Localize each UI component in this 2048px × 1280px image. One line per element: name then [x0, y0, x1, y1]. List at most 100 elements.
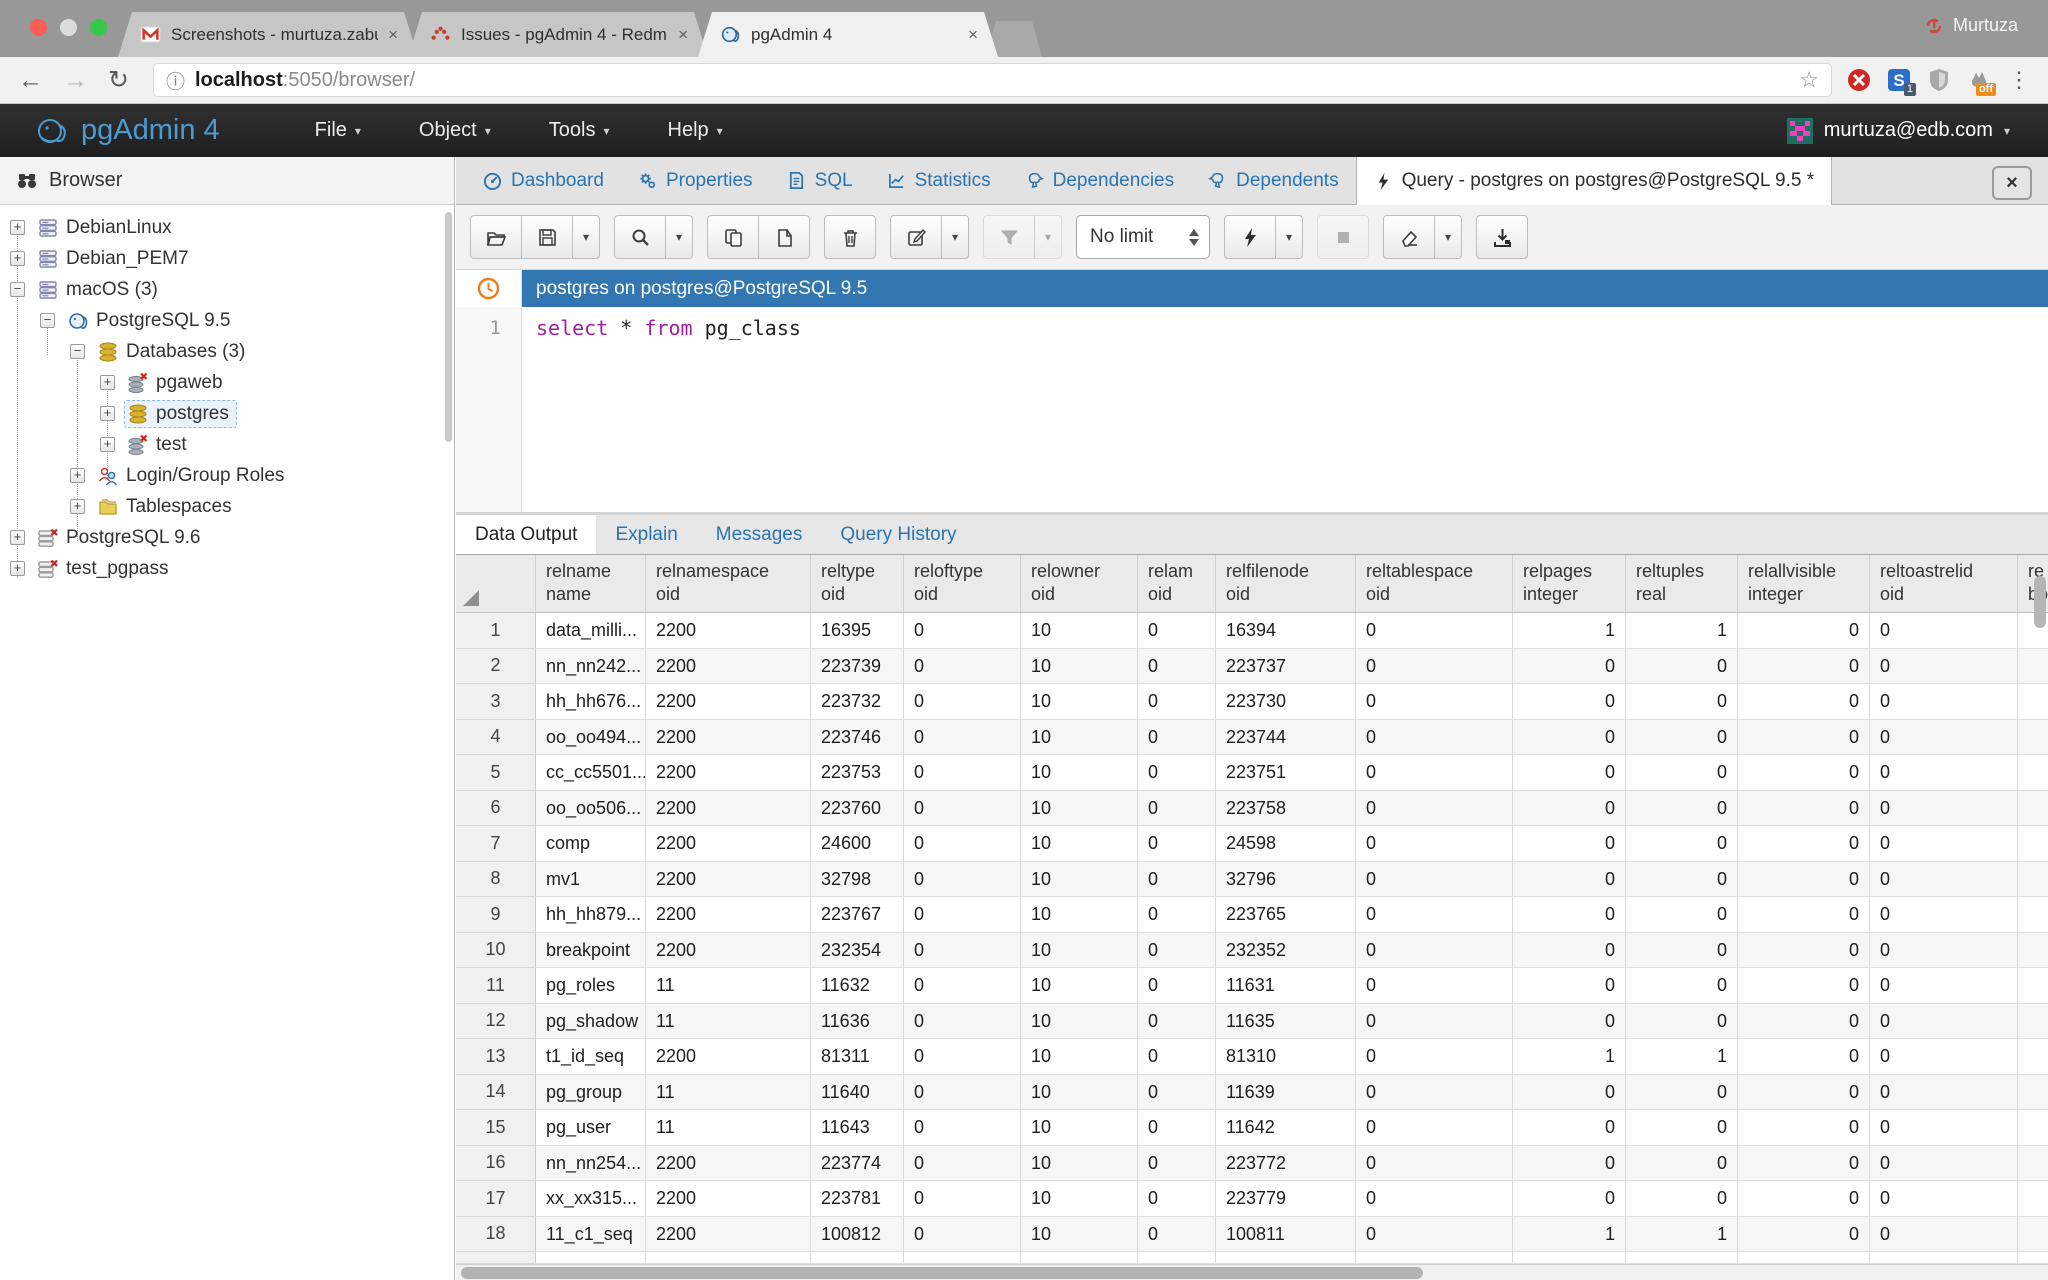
cell-reloftype[interactable]: 0: [904, 1181, 1021, 1217]
tree-node[interactable]: macOS (3): [34, 276, 166, 304]
cell-relnamespace[interactable]: 11: [646, 1004, 811, 1040]
cell-relallvisible[interactable]: 0: [1738, 1110, 1870, 1146]
tree-item-tablespaces[interactable]: +Tablespaces: [0, 491, 454, 522]
cell-relpages[interactable]: 0: [1513, 968, 1626, 1004]
row-number-cell[interactable]: 18: [456, 1217, 536, 1253]
cell-relpages[interactable]: 0: [1513, 1075, 1626, 1111]
cell-reltablespace[interactable]: 0: [1356, 755, 1513, 791]
cell-relowner[interactable]: 10: [1021, 1039, 1138, 1075]
back-button[interactable]: ←: [18, 68, 43, 93]
menu-tools[interactable]: Tools▾: [520, 119, 639, 142]
cell-reltuples[interactable]: 0: [1626, 1146, 1738, 1182]
column-header-reltype[interactable]: reltypeoid: [811, 555, 904, 613]
forward-button[interactable]: →: [63, 68, 88, 93]
cell-relnamespace[interactable]: 2200: [646, 684, 811, 720]
cell-reltablespace[interactable]: 0: [1356, 933, 1513, 969]
cell-reloftype[interactable]: 0: [904, 968, 1021, 1004]
cell-relnamespace[interactable]: 2200: [646, 755, 811, 791]
cell-reloftype[interactable]: 0: [904, 1039, 1021, 1075]
cell-reltoastrelid[interactable]: 0: [1870, 897, 2018, 933]
cell-reltoastrelid[interactable]: 0: [1870, 968, 2018, 1004]
grid-horizontal-scrollbar[interactable]: [456, 1264, 2048, 1280]
cell-relam[interactable]: 0: [1138, 755, 1216, 791]
tree-node[interactable]: DebianLinux: [34, 214, 180, 242]
tree-item-macos-3-[interactable]: −macOS (3): [0, 274, 454, 305]
select-all-corner-cell[interactable]: [456, 555, 536, 613]
tab-dashboard[interactable]: Dashboard: [466, 157, 621, 204]
cell-relnamespace[interactable]: 2200: [646, 933, 811, 969]
cell-reltoastrelid[interactable]: 0: [1870, 826, 2018, 862]
collapse-icon[interactable]: −: [40, 313, 55, 328]
cell-re[interactable]: [2018, 1110, 2048, 1146]
cell-reltuples[interactable]: 1: [1626, 1217, 1738, 1253]
cell-reltoastrelid[interactable]: 0: [1870, 862, 2018, 898]
cell-reltoastrelid[interactable]: 0: [1870, 1039, 2018, 1075]
cell-reltablespace[interactable]: 0: [1356, 791, 1513, 827]
cell-relallvisible[interactable]: 0: [1738, 826, 1870, 862]
cell-relam[interactable]: 0: [1138, 862, 1216, 898]
cell-reltoastrelid[interactable]: 0: [1870, 755, 2018, 791]
cell-reltype[interactable]: 24600: [811, 826, 904, 862]
cell-relam[interactable]: 0: [1138, 791, 1216, 827]
cell-relpages[interactable]: 0: [1513, 1146, 1626, 1182]
tab-dependencies[interactable]: Dependencies: [1008, 157, 1191, 204]
cell-relpages[interactable]: 0: [1513, 791, 1626, 827]
cell-relnamespace[interactable]: 2200: [646, 720, 811, 756]
row-limit-select[interactable]: No limit: [1076, 215, 1210, 259]
cell-relnamespace[interactable]: 11: [646, 1075, 811, 1111]
collapse-icon[interactable]: −: [10, 282, 25, 297]
cell-relpages[interactable]: 0: [1513, 933, 1626, 969]
tab-close-icon[interactable]: ×: [678, 25, 688, 45]
cell-relallvisible[interactable]: 0: [1738, 968, 1870, 1004]
column-header-relname[interactable]: relnamename: [536, 555, 646, 613]
cell-reloftype[interactable]: 0: [904, 1075, 1021, 1111]
cell-relfilenode[interactable]: 223744: [1216, 720, 1356, 756]
cell-re[interactable]: [2018, 1039, 2048, 1075]
cell-relnamespace[interactable]: 2200: [646, 1146, 811, 1182]
cell-reltablespace[interactable]: 0: [1356, 1181, 1513, 1217]
cell-relpages[interactable]: 0: [1513, 1004, 1626, 1040]
cell-reltype[interactable]: 16395: [811, 613, 904, 649]
cell-relfilenode[interactable]: 223730: [1216, 684, 1356, 720]
cell-reltuples[interactable]: 0: [1626, 720, 1738, 756]
cell-relnamespace[interactable]: 2200: [646, 826, 811, 862]
cell-relallvisible[interactable]: 0: [1738, 933, 1870, 969]
tree-item-login-group-roles[interactable]: + Login/Group Roles: [0, 460, 454, 491]
cell-reltoastrelid[interactable]: 0: [1870, 1110, 2018, 1146]
cell-re[interactable]: [2018, 1004, 2048, 1040]
cell-relpages[interactable]: 0: [1513, 755, 1626, 791]
column-header-relam[interactable]: relamoid: [1138, 555, 1216, 613]
cell-reltoastrelid[interactable]: 0: [1870, 1004, 2018, 1040]
cell-reloftype[interactable]: 0: [904, 1004, 1021, 1040]
cell-reltablespace[interactable]: 0: [1356, 862, 1513, 898]
cell-relname[interactable]: xx_xx315...: [536, 1181, 646, 1217]
cell-relallvisible[interactable]: 0: [1738, 649, 1870, 685]
cell-relfilenode[interactable]: 11642: [1216, 1110, 1356, 1146]
cell-relowner[interactable]: 10: [1021, 1075, 1138, 1111]
cell-reltuples[interactable]: 0: [1626, 1181, 1738, 1217]
cell-relallvisible[interactable]: 0: [1738, 791, 1870, 827]
cell-relowner[interactable]: 10: [1021, 1146, 1138, 1182]
tree-node[interactable]: Login/Group Roles: [94, 462, 292, 490]
row-number-cell[interactable]: 13: [456, 1039, 536, 1075]
tab-query[interactable]: Query - postgres on postgres@PostgreSQL …: [1356, 157, 1833, 205]
browser-tab-2[interactable]: Issues - pgAdmin 4 - Redmine×: [408, 12, 708, 57]
cell-reltype[interactable]: 223753: [811, 755, 904, 791]
menu-help[interactable]: Help▾: [639, 119, 752, 142]
cell-relowner[interactable]: 10: [1021, 649, 1138, 685]
cell-reltuples[interactable]: 0: [1626, 933, 1738, 969]
cell-relname[interactable]: pg_shadow: [536, 1004, 646, 1040]
tree-item-postgres[interactable]: +postgres: [0, 398, 454, 429]
cell-relallvisible[interactable]: 0: [1738, 613, 1870, 649]
cell-reltoastrelid[interactable]: 0: [1870, 649, 2018, 685]
tab-query-history[interactable]: Query History: [821, 515, 975, 554]
expand-icon[interactable]: +: [70, 468, 85, 483]
cell-relam[interactable]: 0: [1138, 826, 1216, 862]
cell-reloftype[interactable]: 0: [904, 862, 1021, 898]
download-button[interactable]: [1476, 215, 1528, 259]
cell-relname[interactable]: pg_user: [536, 1110, 646, 1146]
tree-node[interactable]: postgres: [124, 400, 237, 428]
cell-relam[interactable]: 0: [1138, 1110, 1216, 1146]
cell-reltype[interactable]: 223767: [811, 897, 904, 933]
cell-reltype[interactable]: 100812: [811, 1217, 904, 1253]
